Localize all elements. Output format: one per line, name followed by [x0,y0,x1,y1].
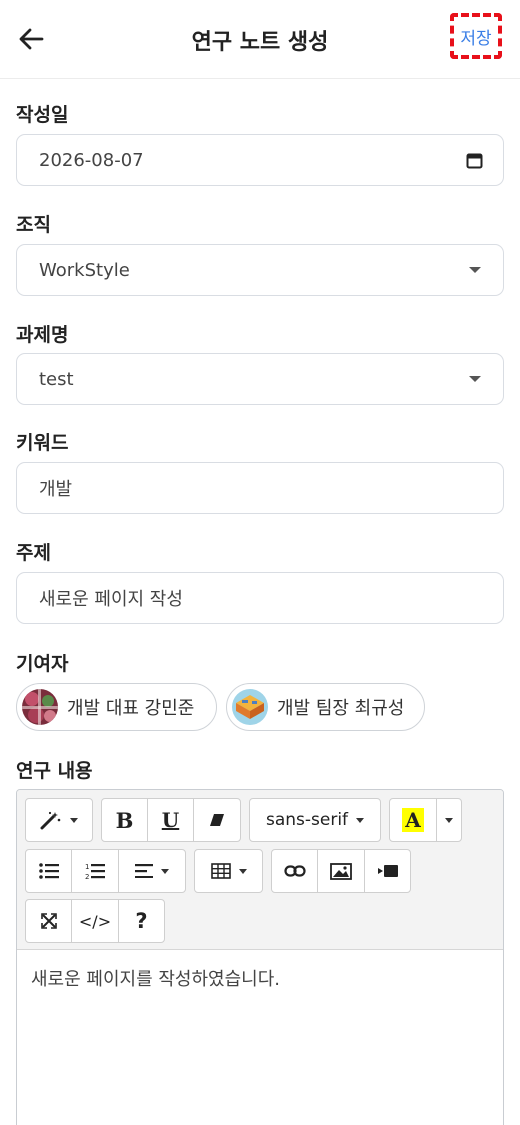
numbered-list-icon: 1 2 [85,863,105,880]
avatar [22,689,58,725]
table-button[interactable] [194,849,263,893]
table-icon [210,863,231,879]
save-button[interactable]: 저장 [450,13,502,59]
page-title: 연구 노트 생성 [191,30,329,55]
chevron-down-icon [356,817,365,823]
help-button[interactable]: ? [118,899,165,943]
image-icon [330,862,352,880]
project-value: test [39,368,74,390]
keyword-value: 개발 [39,479,73,500]
highlight-letter: A [402,808,424,832]
contributors-label: 기여자 [16,653,69,675]
numbered-list-button[interactable]: 1 2 [71,849,119,893]
rich-text-editor: B U sans-serif A 1 2 </> ? 새로운 페이지를 작성하였… [16,789,504,1125]
font-family-select[interactable]: sans-serif [249,798,381,842]
project-label: 과제명 [16,324,69,346]
date-label: 작성일 [16,104,69,126]
link-button[interactable] [271,849,318,893]
font-family-value: sans-serif [265,810,349,830]
contributor-name: 개발 팀장 최규성 [277,698,405,719]
align-button[interactable] [118,849,186,893]
fullscreen-icon [40,913,57,929]
underline-button[interactable]: U [147,798,194,842]
top-app-bar: 연구 노트 생성 저장 [0,0,520,79]
video-button[interactable] [364,849,411,893]
contributor-chip[interactable]: 개발 대표 강민준 [16,683,217,731]
eraser-button[interactable] [193,798,241,842]
magic-wand-icon [40,811,61,830]
fullscreen-button[interactable] [25,899,72,943]
editor-content[interactable]: 새로운 페이지를 작성하였습니다. [31,965,280,991]
date-field[interactable]: 2026-08-07 [16,134,504,186]
org-label: 조직 [16,214,51,236]
image-button[interactable] [317,849,365,893]
org-select[interactable]: WorkStyle [16,244,504,296]
chevron-down-icon [161,868,169,874]
chevron-down-icon [238,868,247,874]
chevron-down-icon [70,817,78,823]
bullet-list-icon [38,863,59,879]
contributor-name: 개발 대표 강민준 [67,698,195,719]
keyword-input[interactable]: 개발 [16,462,504,514]
align-left-icon [135,864,153,878]
date-value: 2026-08-07 [39,149,144,171]
project-select[interactable]: test [16,353,504,405]
chevron-down-icon [445,817,453,823]
eraser-icon [210,814,224,826]
content-label: 연구 내용 [16,760,93,782]
subject-value: 새로운 페이지 작성 [39,589,183,610]
bold-button[interactable]: B [101,798,148,842]
style-button[interactable] [25,798,93,842]
chevron-down-icon [469,267,481,273]
avatar [232,689,268,725]
code-view-button[interactable]: </> [71,899,119,943]
video-icon [377,865,398,877]
svg-text:1: 1 [85,863,89,871]
link-icon [283,865,306,877]
highlight-button[interactable]: A [389,798,437,842]
svg-text:2: 2 [85,873,89,880]
chevron-down-icon [469,376,481,382]
highlight-dropdown[interactable] [436,798,462,842]
org-value: WorkStyle [39,259,130,281]
contributor-chip[interactable]: 개발 팀장 최규성 [226,683,425,731]
subject-label: 주제 [16,542,51,564]
bullet-list-button[interactable] [25,849,72,893]
subject-input[interactable]: 새로운 페이지 작성 [16,572,504,624]
keyword-label: 키워드 [16,432,69,454]
editor-toolbar: B U sans-serif A 1 2 </> ? [17,790,503,950]
calendar-icon[interactable] [466,152,483,169]
